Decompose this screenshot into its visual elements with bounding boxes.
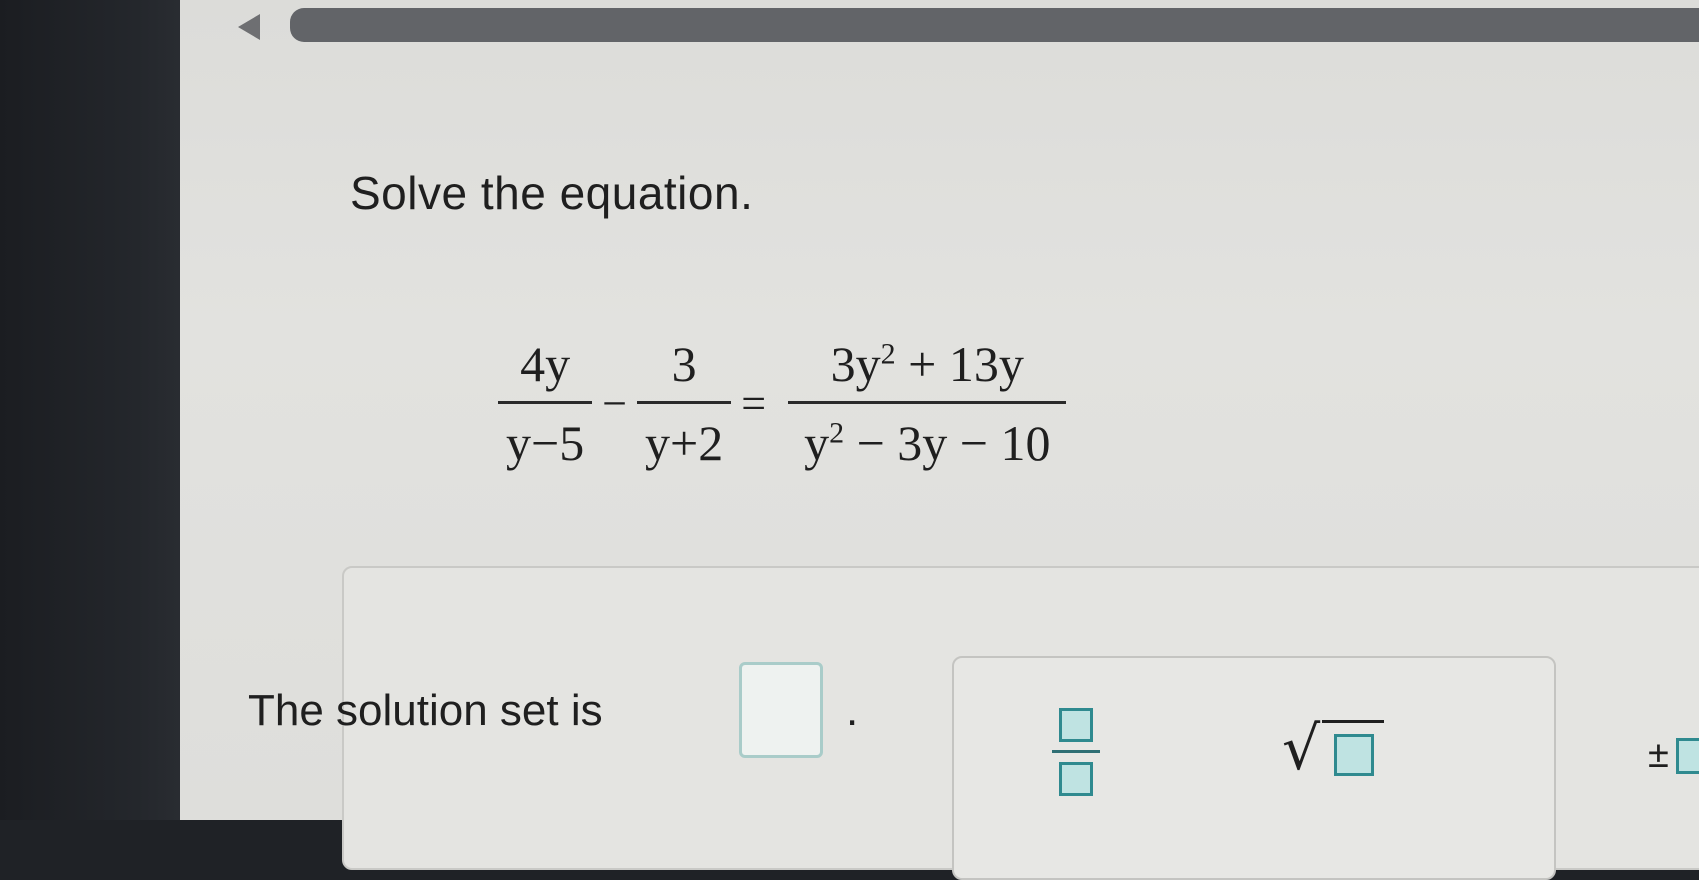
radical-overline-icon [1322, 720, 1384, 723]
answer-input-box[interactable] [739, 662, 823, 758]
back-arrow-icon[interactable] [238, 14, 260, 40]
square-root-button[interactable]: √ [1282, 706, 1392, 792]
sentence-period: . [846, 686, 859, 735]
fraction-term-2: 3 y+2 [637, 335, 732, 472]
equals-sign: = [741, 378, 767, 428]
term2-numerator: 3 [671, 335, 697, 392]
question-instruction: Solve the equation. [350, 167, 754, 219]
fraction-denominator-box-icon [1059, 762, 1093, 796]
equation: 4y y−5 − 3 y+2 = 3y2 + 13y y2 − 3y − 10 [492, 318, 1072, 488]
minus-operator: − [602, 378, 628, 428]
rhs-numerator: 3y2 + 13y [815, 335, 1040, 401]
monitor-bezel [0, 0, 195, 820]
math-toolbar [952, 656, 1556, 880]
solution-prompt: The solution set is [248, 686, 603, 735]
square-root-icon: √ [1282, 714, 1321, 784]
rhs-num-term-a: 3y [830, 335, 881, 392]
radicand-box-icon [1334, 734, 1374, 776]
progress-bar [290, 8, 1699, 42]
term1-numerator: 4y [520, 335, 571, 392]
term1-denominator: y−5 [506, 414, 585, 471]
rhs-den-term-b: − 3y − 10 [844, 414, 1051, 471]
fraction-button[interactable] [1046, 700, 1106, 804]
rhs-den-exponent: 2 [829, 415, 845, 449]
plus-minus-icon: ± [1648, 734, 1669, 776]
fraction-term-1: 4y y−5 [498, 335, 593, 472]
rhs-num-term-b: + 13y [895, 335, 1024, 392]
rhs-num-exponent: 2 [880, 336, 896, 370]
rhs-den-term-a: y [804, 414, 830, 471]
fraction-rhs: 3y2 + 13y y2 − 3y − 10 [788, 335, 1067, 472]
fraction-bar-icon [1052, 750, 1100, 753]
plus-minus-button[interactable]: ± [1648, 734, 1699, 794]
term2-denominator: y+2 [645, 414, 724, 471]
rhs-denominator: y2 − 3y − 10 [788, 404, 1066, 472]
plus-minus-box-icon [1676, 738, 1699, 774]
fraction-numerator-box-icon [1059, 708, 1093, 742]
